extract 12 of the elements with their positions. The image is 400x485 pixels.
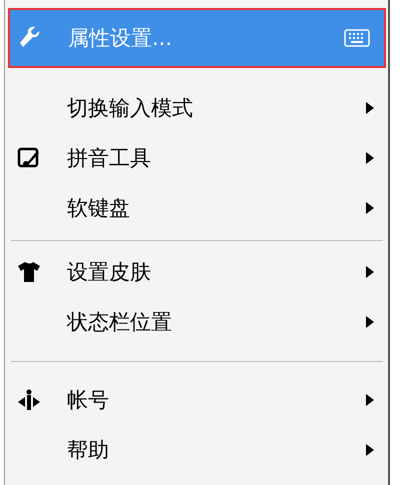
- menu-item[interactable]: 切换输入模式: [5, 83, 388, 133]
- menu-item[interactable]: 软键盘: [5, 183, 388, 233]
- keyboard-icon: [344, 29, 370, 47]
- menu-item[interactable]: 帐号: [5, 375, 388, 425]
- shirt-icon: [17, 260, 41, 284]
- menu-item[interactable]: 状态栏位置: [5, 297, 388, 347]
- menu-item[interactable]: 拼音工具: [5, 133, 388, 183]
- brush-square-icon: [17, 146, 41, 170]
- wrench-icon: [18, 26, 42, 50]
- person-arrow-icon: [17, 388, 41, 412]
- menu-item[interactable]: 设置皮肤: [5, 247, 388, 297]
- menu-item[interactable]: 帮助: [5, 425, 388, 475]
